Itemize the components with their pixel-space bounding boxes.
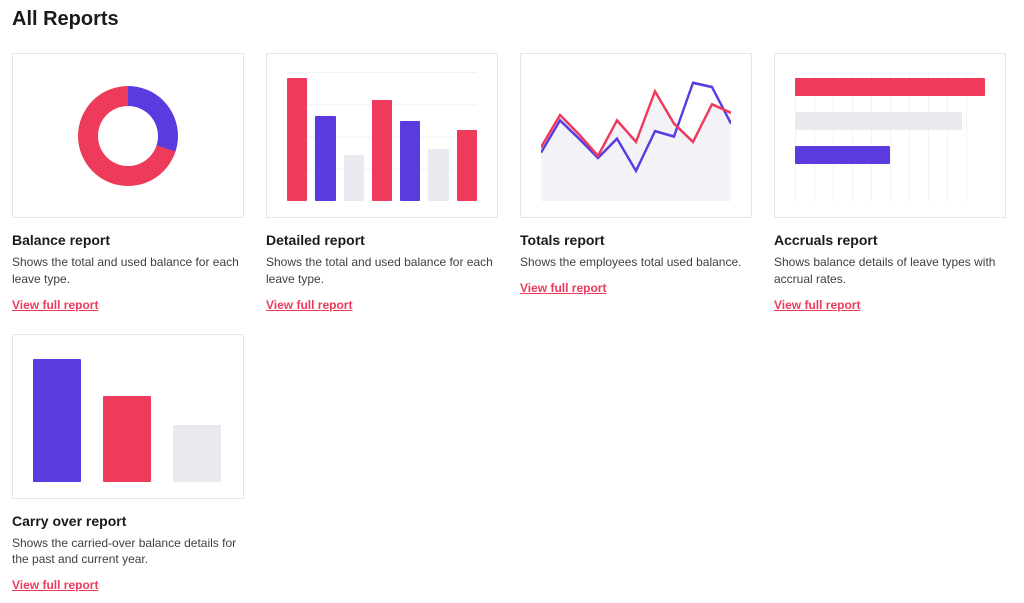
- chart-preview-balance: [12, 53, 244, 218]
- bar-chart-icon: [33, 353, 223, 482]
- report-card-balance: Balance report Shows the total and used …: [12, 53, 244, 312]
- report-card-totals: Totals report Shows the employees total …: [520, 53, 752, 312]
- report-desc: Shows balance details of leave types wit…: [774, 254, 1006, 288]
- report-card-carryover: Carry over report Shows the carried-over…: [12, 334, 244, 593]
- report-desc: Shows the employees total used balance.: [520, 254, 752, 271]
- chart-preview-totals: [520, 53, 752, 218]
- report-title: Totals report: [520, 232, 752, 248]
- report-card-detailed: Detailed report Shows the total and used…: [266, 53, 498, 312]
- view-full-report-link[interactable]: View full report: [12, 298, 244, 312]
- view-full-report-link[interactable]: View full report: [12, 578, 244, 592]
- report-desc: Shows the total and used balance for eac…: [266, 254, 498, 288]
- donut-chart-icon: [78, 86, 178, 186]
- report-title: Balance report: [12, 232, 244, 248]
- view-full-report-link[interactable]: View full report: [520, 281, 752, 295]
- report-desc: Shows the total and used balance for eac…: [12, 254, 244, 288]
- report-title: Carry over report: [12, 513, 244, 529]
- chart-preview-accruals: [774, 53, 1006, 218]
- report-desc: Shows the carried-over balance details f…: [12, 535, 244, 569]
- report-card-accruals: Accruals report Shows balance details of…: [774, 53, 1006, 312]
- report-title: Accruals report: [774, 232, 1006, 248]
- bar-chart-icon: [287, 72, 477, 201]
- report-title: Detailed report: [266, 232, 498, 248]
- reports-grid: Balance report Shows the total and used …: [12, 53, 1012, 592]
- page-title: All Reports: [12, 8, 1012, 31]
- chart-preview-detailed: [266, 53, 498, 218]
- view-full-report-link[interactable]: View full report: [266, 298, 498, 312]
- chart-preview-carryover: [12, 334, 244, 499]
- view-full-report-link[interactable]: View full report: [774, 298, 1006, 312]
- line-chart-icon: [541, 72, 731, 201]
- hbar-chart-icon: [795, 72, 985, 201]
